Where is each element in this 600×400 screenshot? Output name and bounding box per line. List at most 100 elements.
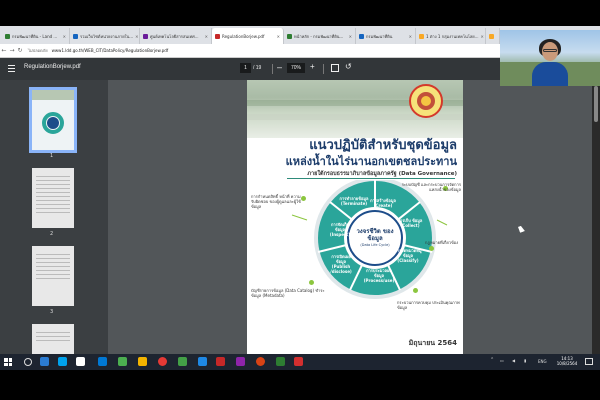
rotate-icon[interactable]: ↺ (345, 62, 352, 71)
browser-tab[interactable]: รวมเว็บไซต์หน่วยงานภายใน... ✕ (70, 28, 140, 44)
document-date: มิถุนายน 2564 (408, 339, 457, 347)
security-warning[interactable]: ไม่ปลอดภัย (28, 47, 48, 54)
tab-label: กรมพัฒนาที่ดิน - Land ... (12, 33, 58, 39)
mail-icon[interactable] (98, 357, 107, 366)
app-icon[interactable] (236, 357, 245, 366)
search-icon[interactable] (24, 358, 32, 366)
taskbar: ⌃ ▭ ◀ ▮ ENG 14:13 10/8/2564 (0, 354, 600, 370)
tab-label: RegulationBorjew.pdf (222, 33, 265, 39)
favicon-icon (73, 33, 78, 39)
connector-line (291, 214, 308, 221)
browser-tab-active[interactable]: RegulationBorjew.pdf ✕ (212, 28, 284, 44)
zoom-input[interactable]: 70% (287, 63, 305, 73)
browser-tab[interactable]: กรมพัฒนาที่ดิน - Land ... ✕ (2, 28, 70, 44)
close-icon[interactable]: ✕ (347, 34, 352, 39)
bullet-dot (309, 280, 314, 285)
lifecycle-center-title: วงจรชีวิต ของข้อมูล (356, 228, 394, 242)
scrollbar[interactable] (592, 80, 600, 354)
close-icon[interactable]: ✕ (61, 34, 66, 39)
data-lifecycle-diagram: การสร้างข้อมูล (Create) การเก็บ ข้อมูล (… (247, 180, 463, 345)
segment-label: การประมวลผลข้อมูล (Process/use) (363, 268, 395, 283)
excel-icon[interactable] (276, 357, 285, 366)
clock-date: 10/8/2564 (556, 361, 578, 366)
webcam-video (500, 30, 600, 86)
app-icon[interactable] (198, 357, 207, 366)
close-icon[interactable]: ✕ (133, 34, 138, 39)
connector-line (436, 219, 448, 226)
close-icon[interactable]: ✕ (203, 34, 208, 39)
thumbnail-ring-center (47, 117, 59, 129)
reload-icon[interactable]: ↻ (16, 47, 24, 54)
segment-label: การเปิดเผยข้อมูล (Publish /disclose) (330, 254, 352, 274)
segment-label: การทำลายข้อมูล (Terminate) (339, 196, 369, 206)
notification-icon[interactable] (585, 358, 593, 365)
page-thumbnail[interactable] (32, 246, 74, 306)
side-note: บัญชีรายการข้อมูล (Data Catalog) ชำระข้อ… (251, 288, 325, 298)
favicon-icon (419, 33, 424, 39)
segment-label: การเก็บ ข้อมูล (Collect) (397, 218, 423, 228)
close-icon[interactable]: ✕ (478, 34, 483, 39)
segment-label: การสร้างข้อมูล (Create) (370, 198, 396, 208)
edge-icon[interactable] (40, 357, 49, 366)
network-icon[interactable]: ▭ (500, 358, 504, 363)
favicon-icon (5, 33, 10, 39)
segment-label: การจัดหมวดหมู่ข้อมูล (Classify) (394, 248, 422, 263)
start-icon[interactable] (4, 358, 12, 366)
screen: กรมพัฒนาที่ดิน - Land ... ✕ รวมเว็บไซต์หน… (0, 0, 600, 400)
webcam-person-body (532, 62, 568, 86)
bullet-dot (429, 246, 434, 251)
acrobat-icon[interactable] (294, 357, 303, 366)
browser-tab[interactable]: หน้าหลัก - กรมพัฒนาที่ดิน... ✕ (284, 28, 356, 44)
thumbnail-label: 2 (50, 231, 54, 237)
thumbnail-label: 3 (50, 309, 54, 315)
app-icon[interactable] (118, 357, 127, 366)
battery-icon[interactable]: ▮ (524, 358, 526, 363)
side-note: กฎหมายที่เกี่ยวข้อง (425, 240, 459, 245)
page-total: / 19 (253, 65, 262, 71)
browser-tab[interactable]: กรมพัฒนาที่ดิน ✕ (356, 28, 416, 44)
toolbar-divider (272, 64, 273, 74)
zoom-out-icon[interactable]: – (277, 62, 282, 72)
scrollbar-thumb[interactable] (594, 86, 598, 122)
zoom-in-icon[interactable]: + (310, 62, 315, 71)
page-number-input[interactable]: 1 (240, 63, 251, 73)
close-icon[interactable]: ✕ (407, 34, 412, 39)
windows-logo-icon[interactable] (58, 357, 67, 366)
favicon-icon (287, 33, 292, 39)
browser-tab[interactable]: 1 ต่าง 1 กลุ่มงานเทคโนโลย... ✕ (416, 28, 486, 44)
favicon-icon (489, 33, 494, 39)
thumbnail-header-image (32, 90, 74, 100)
app-icon[interactable] (256, 357, 265, 366)
pdf-filename: RegulationBorjew.pdf (24, 64, 81, 70)
side-note: กระบวนการควบคุม ประเมินคุณภาพข้อมูล (397, 300, 460, 310)
chrome-icon[interactable] (158, 357, 167, 366)
page-thumbnail[interactable] (32, 168, 74, 228)
forward-icon[interactable]: → (8, 47, 16, 54)
app-icon[interactable] (178, 357, 187, 366)
back-icon[interactable]: ← (0, 47, 8, 54)
chevron-up-icon[interactable]: ⌃ (490, 357, 494, 363)
lifecycle-center-subtitle: (Data Life Cycle) (360, 243, 390, 247)
tab-label: ศูนย์เทคโนโลยีสารสนเทศ... (150, 33, 199, 39)
browser-tab[interactable] (486, 28, 500, 44)
folder-icon[interactable] (138, 357, 147, 366)
tab-label: กรมพัฒนาที่ดิน (366, 33, 393, 39)
language-indicator[interactable]: ENG (538, 359, 547, 364)
url-field[interactable]: www1.ldd.go.th/WEB_CIT/DataPolicy/Regula… (52, 48, 169, 53)
department-logo (409, 84, 443, 118)
webcam-person-glasses (543, 49, 557, 52)
browser-tab[interactable]: ศูนย์เทคโนโลยีสารสนเทศ... ✕ (140, 28, 212, 44)
clock[interactable]: 14:13 10/8/2564 (556, 356, 578, 366)
fit-page-icon[interactable] (331, 64, 339, 72)
divider (287, 178, 455, 179)
close-icon[interactable]: ✕ (275, 34, 280, 39)
store-icon[interactable] (76, 357, 85, 366)
page-thumbnail[interactable] (32, 324, 74, 354)
tab-label: รวมเว็บไซต์หน่วยงานภายใน... (80, 33, 134, 39)
volume-icon[interactable]: ◀ (512, 358, 515, 363)
app-icon[interactable] (216, 357, 225, 366)
thumbnail-label: 1 (50, 153, 54, 159)
menu-icon[interactable] (8, 65, 15, 72)
side-note: ระบบบัญชี และกระบวนการจัดการ แหล่งน้ำของ… (401, 182, 461, 192)
page-thumbnail[interactable] (29, 87, 77, 153)
